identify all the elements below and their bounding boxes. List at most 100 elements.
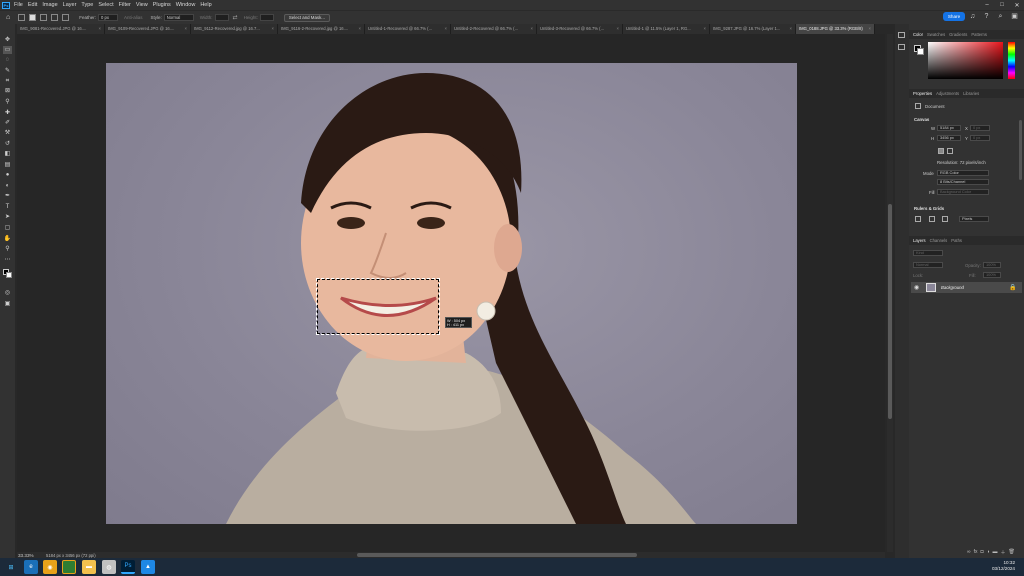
quick-mask-icon[interactable]: ◎ <box>3 289 12 297</box>
app-icon-green[interactable] <box>62 560 76 574</box>
fill-select[interactable]: Background Color <box>937 189 989 195</box>
color-picker-field[interactable] <box>928 42 1003 79</box>
new-layer-icon[interactable]: ＋ <box>1001 549 1006 557</box>
menu-window[interactable]: Window <box>176 2 196 8</box>
grid-icon[interactable] <box>929 216 935 222</box>
mode-select[interactable]: RGB Color <box>937 170 989 176</box>
antialias-checkbox[interactable]: Anti-alias <box>124 15 143 20</box>
layer-filter-kind[interactable]: Kind <box>913 250 943 256</box>
more-tools-icon[interactable]: ⋯ <box>3 256 12 264</box>
hand-tool-icon[interactable]: ✋ <box>3 235 12 243</box>
new-group-icon[interactable]: ▬ <box>993 549 998 557</box>
select-and-mask-button[interactable]: Select and Mask... <box>283 13 330 22</box>
tab-libraries[interactable]: Libraries <box>963 91 979 96</box>
canvas-width-input[interactable]: 5184 px <box>937 125 961 131</box>
eraser-icon[interactable]: ◧ <box>3 150 12 158</box>
app-icon-gray[interactable]: ◍ <box>102 560 116 574</box>
move-tool-icon[interactable]: ✥ <box>3 36 12 44</box>
crop-icon[interactable]: ⌗ <box>3 77 12 85</box>
eyedropper-icon[interactable]: ⚲ <box>3 98 12 106</box>
tab-document[interactable]: IMG_9112-Recovered.jpg @ 16.7... × <box>191 24 278 34</box>
close-tab-icon[interactable]: × <box>790 24 792 34</box>
edge-icon[interactable]: e <box>24 560 38 574</box>
windows-start-icon[interactable]: ⊞ <box>4 560 18 574</box>
rectangle-tool-icon[interactable]: ▢ <box>3 224 12 232</box>
background-swatch[interactable] <box>917 48 924 55</box>
adjustment-layer-icon[interactable]: ◑ <box>987 549 990 557</box>
file-explorer-icon[interactable]: ▬ <box>82 560 96 574</box>
close-tab-icon[interactable]: × <box>445 24 447 34</box>
lasso-icon[interactable]: ◌ <box>3 56 12 64</box>
clone-stamp-icon[interactable]: ⚒ <box>3 129 12 137</box>
blend-mode-select[interactable]: Normal <box>913 262 943 268</box>
zoom-tool-icon[interactable]: ⚲ <box>3 245 12 253</box>
dodge-icon[interactable]: ◐ <box>3 182 12 190</box>
menu-filter[interactable]: Filter <box>119 2 131 8</box>
close-tab-icon[interactable]: × <box>704 24 706 34</box>
layer-name[interactable]: Background <box>941 285 964 290</box>
width-input[interactable] <box>214 14 229 21</box>
history-panel-icon[interactable] <box>898 32 905 38</box>
menu-plugins[interactable]: Plugins <box>153 2 171 8</box>
tab-properties[interactable]: Properties <box>913 91 932 96</box>
tab-patterns[interactable]: Patterns <box>971 32 987 37</box>
quick-select-icon[interactable]: ✎ <box>3 67 12 75</box>
new-selection-icon[interactable] <box>29 14 37 21</box>
tab-layers[interactable]: Layers <box>913 238 926 243</box>
healing-brush-icon[interactable]: ✚ <box>3 109 12 117</box>
subtract-selection-icon[interactable] <box>51 14 59 21</box>
close-tab-icon[interactable]: × <box>99 24 101 34</box>
tab-channels[interactable]: Channels <box>930 238 948 243</box>
workspace-icon[interactable]: ▣ <box>1010 12 1019 21</box>
fill-opacity-input[interactable]: 100% <box>983 272 1001 278</box>
marquee-preset-icon[interactable] <box>18 14 26 21</box>
menu-view[interactable]: View <box>136 2 148 8</box>
rulers-grids-header[interactable]: Rulers & Grids <box>914 206 944 211</box>
vertical-scroll-thumb[interactable] <box>888 204 892 419</box>
landscape-orientation-icon[interactable] <box>947 148 953 154</box>
path-select-icon[interactable]: ➤ <box>3 213 12 221</box>
tab-document[interactable]: IMG_9116-2-Recovered.jpg @ 16.... × <box>278 24 365 34</box>
maximize-icon[interactable]: □ <box>995 0 1009 10</box>
close-tab-icon[interactable]: × <box>617 24 619 34</box>
menu-edit[interactable]: Edit <box>28 2 37 8</box>
gradient-icon[interactable]: ▤ <box>3 161 12 169</box>
marquee-selection[interactable] <box>316 278 440 335</box>
photos-icon[interactable]: ▲ <box>141 560 155 574</box>
tab-gradients[interactable]: Gradients <box>949 32 967 37</box>
menu-file[interactable]: File <box>14 2 23 8</box>
tab-document[interactable]: Untitled-1 @ 11.5% (Layer 1, RG... × <box>623 24 710 34</box>
photoshop-taskbar-icon[interactable]: Ps <box>121 560 135 574</box>
menu-type[interactable]: Type <box>81 2 93 8</box>
brush-icon[interactable]: ✐ <box>3 119 12 127</box>
tab-paths[interactable]: Paths <box>951 238 962 243</box>
canvas-section-header[interactable]: Canvas <box>914 117 929 122</box>
close-tab-icon[interactable]: × <box>272 24 274 34</box>
delete-layer-icon[interactable]: 🗑 <box>1009 549 1015 557</box>
tab-document[interactable]: IMG_9287.JPG @ 16.7% (Layer 1... × <box>710 24 796 34</box>
document-canvas-photo[interactable] <box>106 63 797 524</box>
type-tool-icon[interactable]: T <box>3 203 12 211</box>
close-tab-icon[interactable]: × <box>185 24 187 34</box>
menu-help[interactable]: Help <box>200 2 211 8</box>
background-color-swatch[interactable] <box>6 272 12 278</box>
close-tab-icon[interactable]: × <box>531 24 533 34</box>
menu-select[interactable]: Select <box>98 2 113 8</box>
chrome-icon[interactable]: ◉ <box>43 560 57 574</box>
height-input[interactable] <box>259 14 274 21</box>
pen-icon[interactable]: ✒ <box>3 192 12 200</box>
link-layers-icon[interactable]: ∞ <box>967 549 971 557</box>
close-icon[interactable]: ✕ <box>1010 0 1024 10</box>
visibility-eye-icon[interactable]: ◉ <box>914 284 919 291</box>
close-tab-icon[interactable]: × <box>359 24 361 34</box>
ruler-icon[interactable] <box>915 216 921 222</box>
intersect-selection-icon[interactable] <box>62 14 70 21</box>
tab-document[interactable]: Untitled-3-Recovered @ 66.7% (... × <box>537 24 623 34</box>
tab-document[interactable]: IMG_9081-Recovered.JPG @ 16.... × <box>17 24 105 34</box>
menu-layer[interactable]: Layer <box>63 2 77 8</box>
style-select[interactable]: Normal <box>163 14 194 21</box>
share-button[interactable]: Share <box>943 12 965 21</box>
hue-slider[interactable] <box>1008 42 1015 79</box>
swap-icon[interactable]: ⇄ <box>233 14 238 21</box>
help-icon[interactable]: ? <box>982 12 991 21</box>
